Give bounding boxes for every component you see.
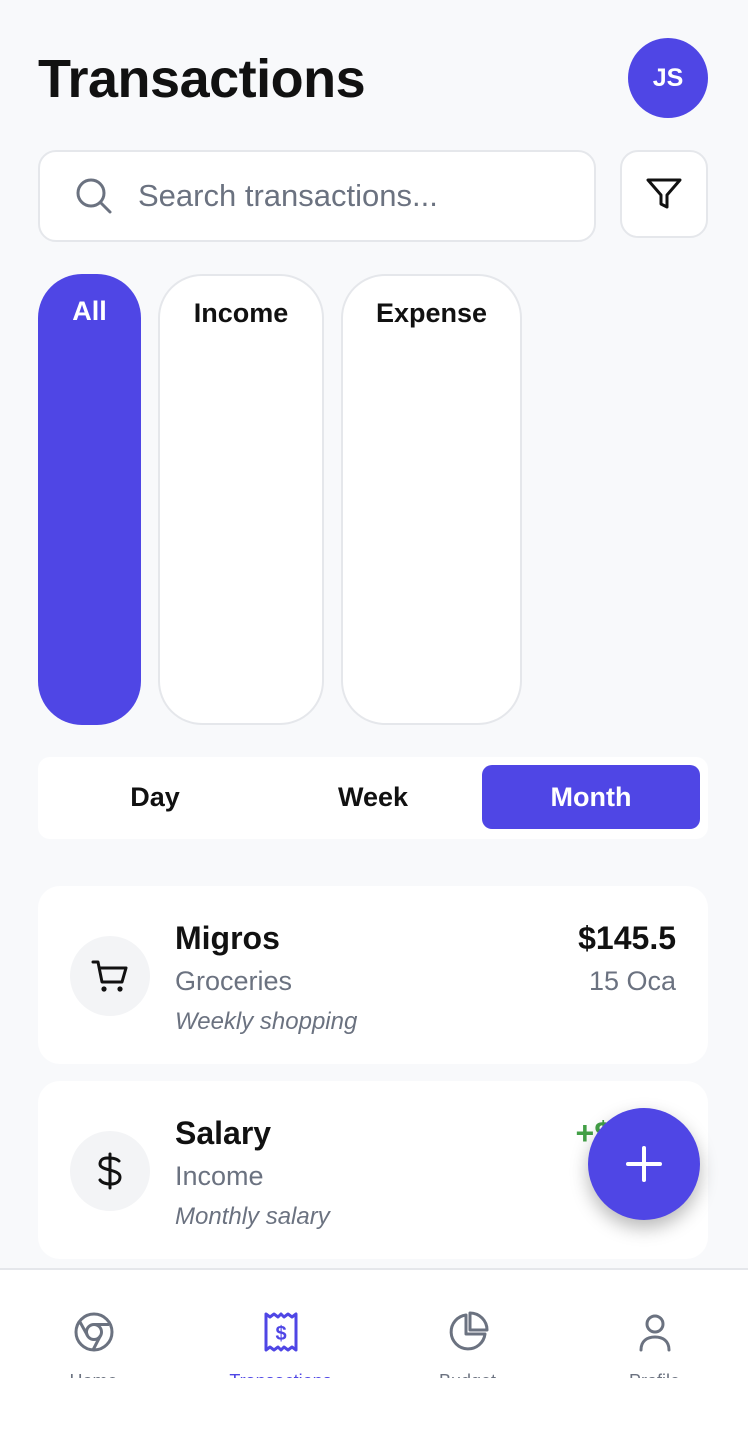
search-icon bbox=[76, 178, 112, 214]
svg-text:$: $ bbox=[275, 1323, 286, 1345]
nav-item-profile[interactable]: Profile bbox=[561, 1310, 748, 1410]
period-day-button[interactable]: Day bbox=[46, 765, 264, 829]
transaction-note: Weekly shopping bbox=[175, 1008, 358, 1035]
transaction-category: Income bbox=[175, 1161, 264, 1191]
period-selector: Day Week Month bbox=[38, 757, 708, 839]
receipt-icon: $ bbox=[264, 1312, 297, 1352]
transaction-note: Monthly salary bbox=[175, 1203, 330, 1230]
nav-label: Home bbox=[69, 1364, 117, 1378]
nav-item-home[interactable]: Home bbox=[0, 1310, 187, 1410]
filter-chip-expense[interactable]: Expense bbox=[341, 274, 522, 725]
transaction-name: Salary bbox=[175, 1115, 272, 1151]
period-week-button[interactable]: Week bbox=[264, 765, 482, 829]
filter-icon bbox=[646, 178, 682, 209]
nav-label: Profile bbox=[629, 1364, 680, 1378]
transaction-category: Groceries bbox=[175, 966, 293, 996]
search-input[interactable] bbox=[138, 178, 578, 214]
pie-chart-icon bbox=[449, 1311, 488, 1351]
filter-chip-income[interactable]: Income bbox=[158, 274, 324, 725]
nav-label: Transactions bbox=[229, 1364, 331, 1378]
transaction-date: 15 Oca bbox=[588, 966, 676, 996]
home-icon bbox=[74, 1312, 113, 1352]
transaction-icon bbox=[70, 1131, 150, 1211]
transaction-name: Migros bbox=[175, 920, 280, 956]
page-title: Transactions bbox=[38, 49, 366, 109]
transaction-card[interactable]: Migros Groceries Weekly shopping $145.5 … bbox=[38, 886, 708, 1064]
search-bar[interactable] bbox=[38, 150, 596, 242]
dollar-icon bbox=[98, 1152, 122, 1190]
filter-chip-all[interactable]: All bbox=[38, 274, 141, 725]
plus-icon bbox=[626, 1146, 662, 1182]
period-month-button[interactable]: Month bbox=[482, 765, 700, 829]
filter-button[interactable] bbox=[620, 150, 708, 238]
user-icon bbox=[639, 1314, 670, 1352]
cart-icon bbox=[91, 960, 128, 992]
nav-label: Budget bbox=[439, 1364, 496, 1378]
add-transaction-button[interactable] bbox=[588, 1108, 700, 1220]
nav-item-budget[interactable]: Budget bbox=[374, 1310, 561, 1410]
avatar[interactable]: JS bbox=[628, 38, 708, 118]
bottom-navigation: Home $ Transactions Budget Profile bbox=[0, 1268, 748, 1448]
transaction-icon bbox=[70, 936, 150, 1016]
transaction-amount: $145.5 bbox=[578, 920, 676, 956]
nav-item-transactions[interactable]: $ Transactions bbox=[187, 1310, 374, 1410]
